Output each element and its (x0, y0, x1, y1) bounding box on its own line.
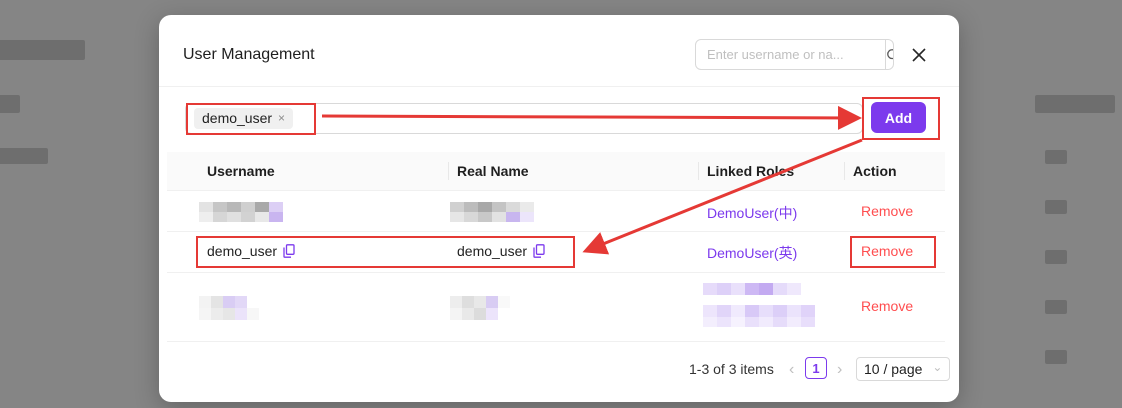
annotation-box-new-user-row (196, 236, 575, 268)
page-size-value: 10 / page (864, 361, 923, 377)
chevron-down-icon: ⌄ (932, 360, 943, 374)
remove-button[interactable]: Remove (861, 203, 913, 219)
column-header-username: Username (207, 163, 275, 179)
annotation-box-add-button (862, 97, 940, 140)
header-divider (159, 86, 959, 87)
table-row: Remove (167, 273, 945, 342)
pixelated-redaction (450, 296, 510, 320)
page-1-button[interactable]: 1 (805, 357, 827, 379)
column-header-real-name: Real Name (457, 163, 529, 179)
redacted-real-name (450, 202, 534, 227)
column-header-linked-roles: Linked Roles (707, 163, 795, 179)
close-button[interactable] (909, 45, 929, 65)
pixelated-redaction (199, 202, 283, 222)
next-page-icon[interactable]: › (837, 361, 842, 379)
redacted-real-name (450, 296, 514, 325)
pixelated-redaction (703, 283, 815, 327)
redacted-linked-roles (703, 283, 825, 336)
column-separator (698, 162, 699, 180)
search-button[interactable] (885, 40, 893, 69)
column-separator (448, 162, 449, 180)
pixelated-redaction (199, 296, 259, 320)
prev-page-icon[interactable]: ‹ (789, 361, 794, 379)
search-icon (887, 48, 893, 59)
column-header-action: Action (853, 163, 897, 179)
user-search (695, 39, 894, 70)
redacted-username (199, 296, 263, 325)
table-header: Username Real Name Linked Roles Action (167, 152, 945, 191)
redacted-username (199, 202, 283, 227)
linked-role-link[interactable]: DemoUser(中) (707, 203, 797, 223)
page-size-select[interactable]: 10 / page ⌄ (856, 357, 950, 381)
close-icon (912, 48, 926, 62)
remove-button[interactable]: Remove (861, 298, 913, 314)
annotation-box-selected-tag (186, 103, 316, 135)
column-separator (844, 162, 845, 180)
dialog-title: User Management (183, 46, 315, 63)
search-input[interactable] (696, 40, 885, 69)
pixelated-redaction (450, 202, 534, 222)
user-management-dialog: User Management demo_user × Add Username… (159, 15, 959, 402)
table-row: DemoUser(中) Remove (167, 191, 945, 232)
annotation-box-remove-button (850, 236, 936, 268)
linked-role-link[interactable]: DemoUser(英) (707, 243, 797, 263)
pagination-summary: 1-3 of 3 items (689, 361, 774, 377)
